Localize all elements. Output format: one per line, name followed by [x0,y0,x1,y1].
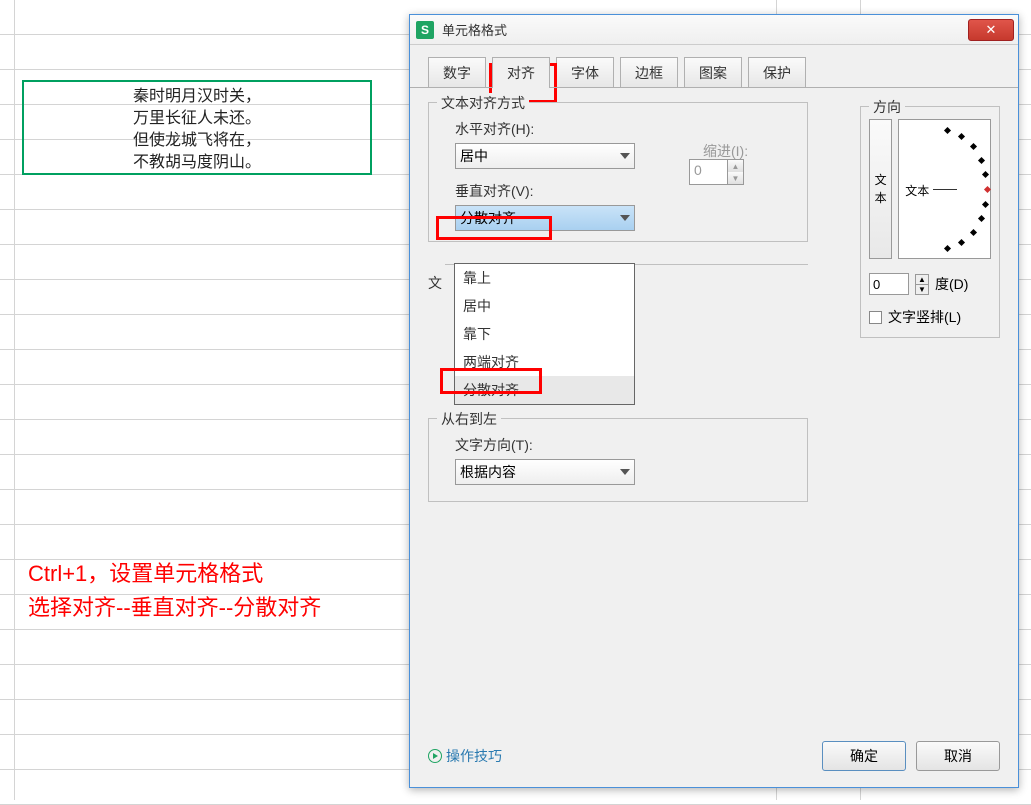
dialog-footer: 操作技巧 确定 取消 [428,741,1000,771]
ok-button[interactable]: 确定 [822,741,906,771]
tab-align[interactable]: 对齐 [492,57,550,88]
tab-border[interactable]: 边框 [620,57,678,88]
spinner-down-icon[interactable]: ▼ [727,172,743,184]
instruction-line-2: 选择对齐--垂直对齐--分散对齐 [28,591,321,625]
direction-legend: 方向 [869,97,905,117]
play-icon [428,749,442,763]
vert-align-select[interactable]: 分散对齐 [455,205,635,231]
instruction-text: Ctrl+1，设置单元格格式 选择对齐--垂直对齐--分散对齐 [28,557,321,625]
tab-font[interactable]: 字体 [556,57,614,88]
direction-fieldset: 方向 文本 文本 [860,106,1000,338]
text-dir-value: 根据内容 [460,464,516,480]
horiz-align-value: 居中 [460,148,488,164]
rtl-fieldset: 从右到左 文字方向(T): 根据内容 [428,418,808,502]
indent-spinner[interactable]: 0 ▲▼ [689,159,744,185]
poem-line-2: 万里长征人未还。 [24,108,370,130]
tips-label: 操作技巧 [446,746,502,766]
cancel-button[interactable]: 取消 [916,741,1000,771]
instruction-line-1: Ctrl+1，设置单元格格式 [28,557,321,591]
app-icon: S [416,21,434,39]
chevron-down-icon [620,215,630,221]
dialog-titlebar[interactable]: S 单元格格式 ✕ [410,15,1018,45]
vert-option-justify[interactable]: 两端对齐 [455,348,634,376]
text-dir-select[interactable]: 根据内容 [455,459,635,485]
vert-align-dropdown: 靠上 居中 靠下 两端对齐 分散对齐 [454,263,635,405]
degree-up-icon[interactable]: ▲ [915,274,929,285]
text-control-partial-label: 文 [428,273,442,293]
dialog-title: 单元格格式 [442,20,507,39]
close-button[interactable]: ✕ [968,19,1014,41]
text-dir-label: 文字方向(T): [455,435,795,455]
poem-line-4: 不教胡马度阴山。 [24,152,370,174]
orientation-dial[interactable]: 文本 [898,119,991,259]
spinner-up-icon[interactable]: ▲ [727,160,743,172]
text-align-legend: 文本对齐方式 [437,93,529,113]
horiz-align-label: 水平对齐(H): [455,119,795,139]
poem-line-3: 但使龙城飞将在， [24,130,370,152]
tips-link[interactable]: 操作技巧 [428,746,502,766]
orientation-vertical-button[interactable]: 文本 [869,119,892,259]
orientation-line [933,189,957,190]
vertical-text-label: 文字竖排(L) [888,307,961,327]
orientation-vertical-label: 文本 [875,171,887,207]
tab-pattern[interactable]: 图案 [684,57,742,88]
chevron-down-icon [620,469,630,475]
text-align-fieldset: 文本对齐方式 水平对齐(H): 居中 缩进(I): 0 ▲▼ 垂直对齐(V): … [428,102,808,242]
vert-align-value: 分散对齐 [460,210,516,226]
indent-value: 0 [694,162,702,178]
indent-label: 缩进(I): [703,141,748,161]
degree-input[interactable] [869,273,909,295]
vert-option-bottom[interactable]: 靠下 [455,320,634,348]
chevron-down-icon [620,153,630,159]
horiz-align-select[interactable]: 居中 [455,143,635,169]
degree-label: 度(D) [935,274,968,294]
orientation-text-label: 文本 [905,182,929,199]
vert-option-top[interactable]: 靠上 [455,264,634,292]
tab-protect[interactable]: 保护 [748,57,806,88]
panel-body: 文本对齐方式 水平对齐(H): 居中 缩进(I): 0 ▲▼ 垂直对齐(V): … [410,87,1018,737]
vert-align-label: 垂直对齐(V): [455,181,795,201]
vert-option-distributed[interactable]: 分散对齐 [455,376,634,404]
cell-format-dialog: S 单元格格式 ✕ 数字 对齐 字体 边框 图案 保护 文本对齐方式 水平对齐(… [409,14,1019,788]
poem-line-1: 秦时明月汉时关， [24,86,370,108]
selected-cell[interactable]: 秦时明月汉时关， 万里长征人未还。 但使龙城飞将在， 不教胡马度阴山。 [22,80,372,175]
tab-number[interactable]: 数字 [428,57,486,88]
close-icon: ✕ [986,22,997,38]
degree-down-icon[interactable]: ▼ [915,285,929,295]
rtl-legend: 从右到左 [437,409,501,429]
tab-bar: 数字 对齐 字体 边框 图案 保护 [428,57,1018,88]
vertical-text-checkbox[interactable] [869,311,882,324]
vert-option-center[interactable]: 居中 [455,292,634,320]
